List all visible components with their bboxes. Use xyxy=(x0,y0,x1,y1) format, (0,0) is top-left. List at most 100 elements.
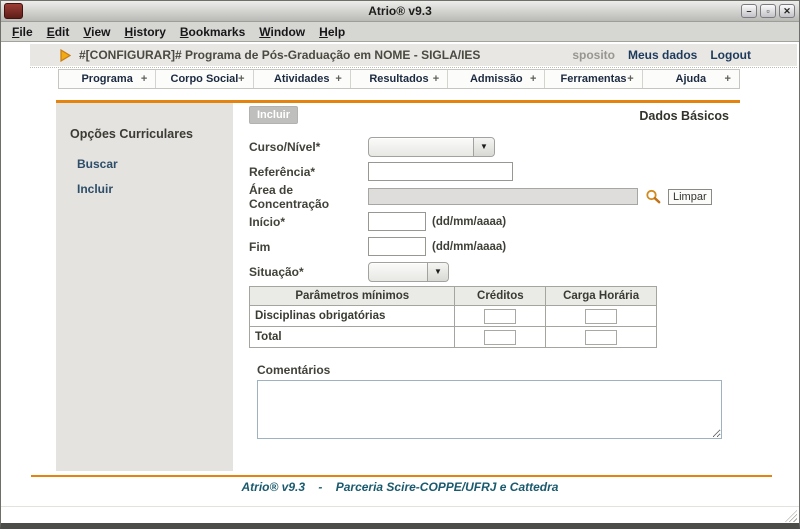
form-toolbar: Incluir Dados Básicos xyxy=(241,103,741,131)
curso-label: Curso/Nível* xyxy=(249,140,368,154)
footer: Atrio® v9.3 - Parceria Scire-COPPE/UFRJ … xyxy=(1,480,799,494)
inicio-format-hint: (dd/mm/aaaa) xyxy=(432,216,506,228)
tab-corpo-social-label: Corpo Social xyxy=(171,73,239,85)
browser-window: Atrio® v9.3 – ▫ ✕ File Edit View History… xyxy=(0,0,800,529)
inicio-input[interactable] xyxy=(368,212,426,231)
breadcrumb: #[CONFIGURAR]# Programa de Pós-Graduação… xyxy=(79,48,480,62)
tab-admissao-expand-icon[interactable]: + xyxy=(530,73,536,85)
field-row-curso: Curso/Nível* ▼ xyxy=(249,134,741,159)
total-creditos-input[interactable] xyxy=(484,330,516,345)
header-creditos: Créditos xyxy=(455,287,546,306)
logout-link[interactable]: Logout xyxy=(710,48,751,62)
field-row-situacao: Situação* ▼ xyxy=(249,259,741,284)
fim-label: Fim xyxy=(249,240,368,254)
tab-atividades[interactable]: Atividades + xyxy=(253,70,350,88)
comentarios-label: Comentários xyxy=(257,363,741,377)
app-header: #[CONFIGURAR]# Programa de Pós-Graduação… xyxy=(30,44,797,66)
incluir-button[interactable]: Incluir xyxy=(249,106,298,124)
tab-ferramentas-expand-icon[interactable]: + xyxy=(627,73,633,85)
breadcrumb-arrow-icon xyxy=(60,49,71,62)
situacao-label: Situação* xyxy=(249,265,368,279)
sidebar-item-incluir[interactable]: Incluir xyxy=(77,182,223,196)
header-parametros: Parâmetros mínimos xyxy=(250,287,455,306)
field-row-area: Área de Concentração Limpar xyxy=(249,184,741,209)
page-title: Dados Básicos xyxy=(639,106,729,123)
window-controls: – ▫ ✕ xyxy=(741,4,795,18)
tab-ajuda-label: Ajuda xyxy=(676,73,707,85)
comentarios-textarea[interactable] xyxy=(257,380,722,439)
tab-admissao-label: Admissão xyxy=(470,73,523,85)
disciplinas-label: Disciplinas obrigatórias xyxy=(250,306,455,327)
tab-corpo-social[interactable]: Corpo Social + xyxy=(155,70,252,88)
menubar: File Edit View History Bookmarks Window … xyxy=(1,22,799,42)
menu-window[interactable]: Window xyxy=(252,25,312,39)
field-row-inicio: Início* (dd/mm/aaaa) xyxy=(249,209,741,234)
footer-brand: Atrio® v9.3 xyxy=(242,480,306,494)
my-data-link[interactable]: Meus dados xyxy=(628,48,697,62)
tab-ferramentas-label: Ferramentas xyxy=(561,73,627,85)
menu-help[interactable]: Help xyxy=(312,25,352,39)
curso-select[interactable]: ▼ xyxy=(368,137,495,157)
sidebar-title: Opções Curriculares xyxy=(70,127,223,141)
disciplinas-creditos-input[interactable] xyxy=(484,309,516,324)
tab-programa-label: Programa xyxy=(81,73,132,85)
limpar-button[interactable]: Limpar xyxy=(668,189,712,205)
total-carga-cell xyxy=(546,327,657,348)
sidebar-item-buscar[interactable]: Buscar xyxy=(77,157,223,171)
tab-resultados-expand-icon[interactable]: + xyxy=(433,73,439,85)
tab-programa-expand-icon[interactable]: + xyxy=(141,73,147,85)
disciplinas-creditos-cell xyxy=(455,306,546,327)
close-button[interactable]: ✕ xyxy=(779,4,795,18)
situacao-chevron-down-icon[interactable]: ▼ xyxy=(427,263,448,281)
disciplinas-carga-cell xyxy=(546,306,657,327)
tab-ajuda[interactable]: Ajuda + xyxy=(642,70,739,88)
maximize-button[interactable]: ▫ xyxy=(760,4,776,18)
tab-atividades-label: Atividades xyxy=(274,73,330,85)
header-divider xyxy=(30,67,797,68)
situacao-select[interactable]: ▼ xyxy=(368,262,449,282)
inicio-label: Início* xyxy=(249,215,368,229)
curso-select-value xyxy=(369,138,473,156)
total-carga-input[interactable] xyxy=(585,330,617,345)
referencia-input[interactable] xyxy=(368,162,513,181)
menu-history[interactable]: History xyxy=(118,25,173,39)
fim-input[interactable] xyxy=(368,237,426,256)
parametros-table: Parâmetros mínimos Créditos Carga Horári… xyxy=(249,286,657,348)
main-form-area: Incluir Dados Básicos Curso/Nível* ▼ Ref… xyxy=(241,103,741,439)
accent-rule-footer xyxy=(31,475,772,477)
menu-file[interactable]: File xyxy=(5,25,40,39)
header-carga-horaria: Carga Horária xyxy=(546,287,657,306)
search-icon[interactable] xyxy=(645,189,661,204)
tab-admissao[interactable]: Admissão + xyxy=(447,70,544,88)
resize-grip-icon[interactable] xyxy=(785,510,797,522)
tab-ajuda-expand-icon[interactable]: + xyxy=(725,73,731,85)
area-input xyxy=(368,188,638,205)
footer-partnership: Parceria Scire-COPPE/UFRJ e Cattedra xyxy=(336,480,559,494)
table-row-disciplinas: Disciplinas obrigatórias xyxy=(250,306,657,327)
tab-resultados-label: Resultados xyxy=(369,73,428,85)
curso-chevron-down-icon[interactable]: ▼ xyxy=(473,138,494,156)
form-fields: Curso/Nível* ▼ Referência* Área de Conce… xyxy=(241,134,741,439)
tab-programa[interactable]: Programa + xyxy=(59,70,155,88)
page-content: #[CONFIGURAR]# Programa de Pós-Graduação… xyxy=(1,42,799,506)
fim-format-hint: (dd/mm/aaaa) xyxy=(432,241,506,253)
tab-ferramentas[interactable]: Ferramentas + xyxy=(544,70,641,88)
menu-edit[interactable]: Edit xyxy=(40,25,77,39)
main-nav-tabs: Programa + Corpo Social + Atividades + R… xyxy=(58,69,740,89)
menu-bookmarks[interactable]: Bookmarks xyxy=(173,25,252,39)
user-area: sposito Meus dados Logout xyxy=(572,48,797,62)
footer-separator: - xyxy=(318,480,322,494)
sidebar: Opções Curriculares Buscar Incluir xyxy=(56,103,233,471)
username-label: sposito xyxy=(572,48,615,62)
tab-resultados[interactable]: Resultados + xyxy=(350,70,447,88)
situacao-select-value xyxy=(369,263,427,281)
table-header-row: Parâmetros mínimos Créditos Carga Horári… xyxy=(250,287,657,306)
total-creditos-cell xyxy=(455,327,546,348)
disciplinas-carga-input[interactable] xyxy=(585,309,617,324)
status-bar xyxy=(1,506,799,523)
minimize-button[interactable]: – xyxy=(741,4,757,18)
menu-view[interactable]: View xyxy=(76,25,117,39)
table-row-total: Total xyxy=(250,327,657,348)
tab-corpo-social-expand-icon[interactable]: + xyxy=(238,73,244,85)
tab-atividades-expand-icon[interactable]: + xyxy=(335,73,341,85)
